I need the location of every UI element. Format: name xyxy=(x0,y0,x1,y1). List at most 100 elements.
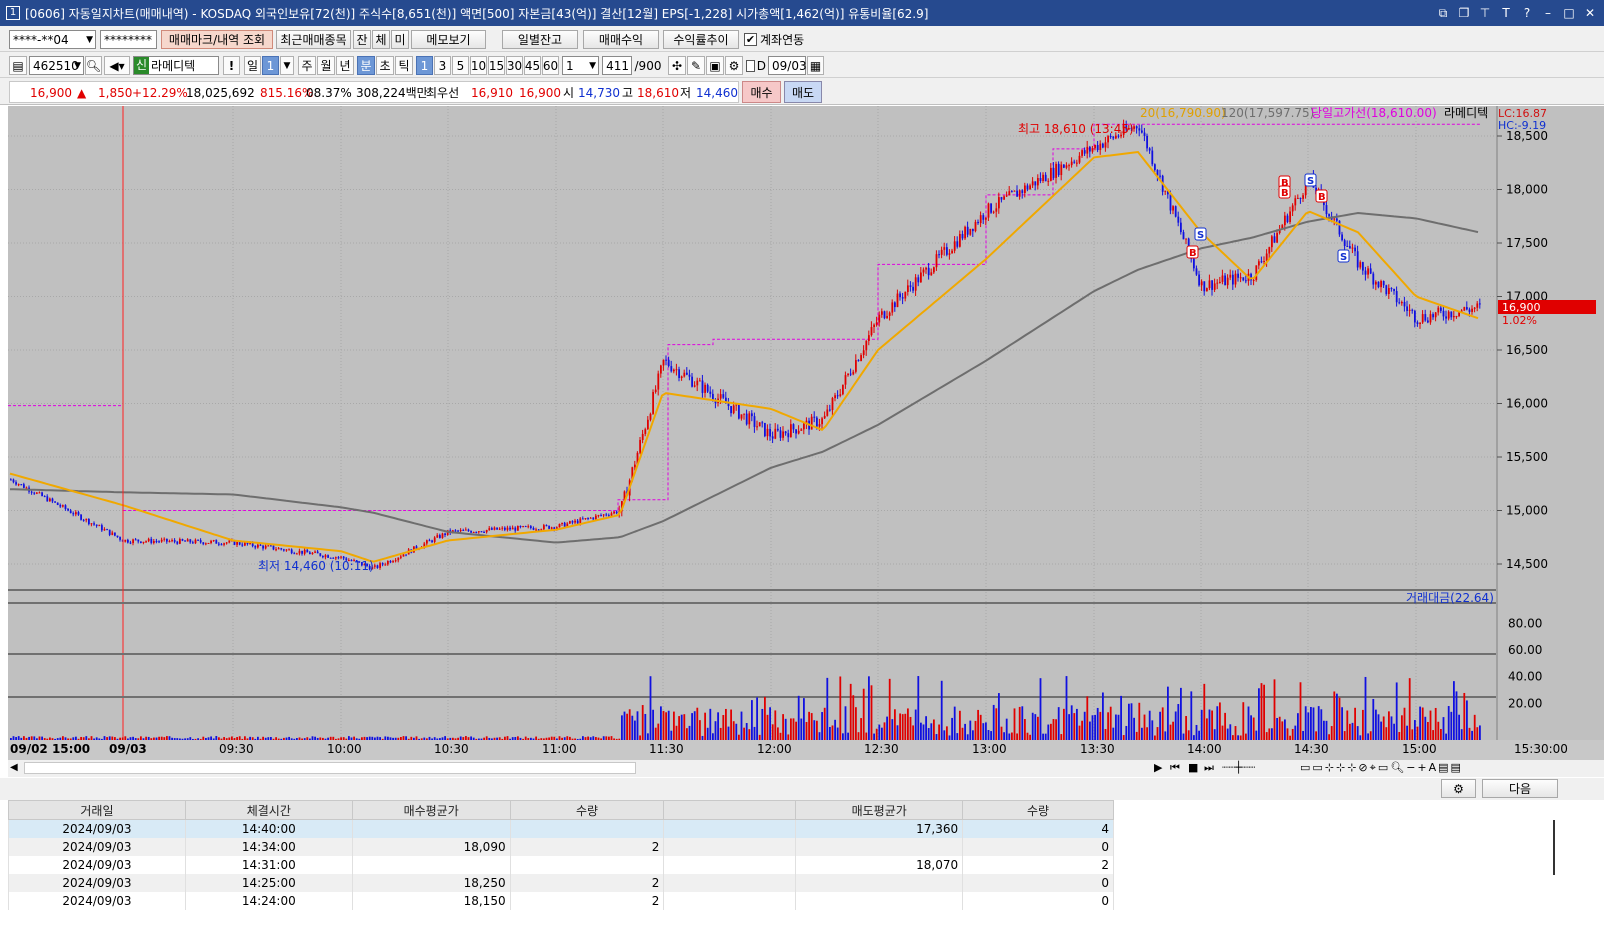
daily-balance-button[interactable]: 일별잔고 xyxy=(502,30,578,49)
interval-3[interactable]: 3 xyxy=(434,56,451,75)
draw-tool-icon[interactable]: ✎ xyxy=(687,56,705,75)
date-toggle[interactable]: D xyxy=(746,56,766,75)
volume-bar xyxy=(413,737,415,740)
save-icon[interactable]: ▣ xyxy=(706,56,724,75)
rewind-icon[interactable]: ⏮ xyxy=(1170,761,1180,775)
stop-icon[interactable]: ■ xyxy=(1188,761,1198,774)
recent-trades-button[interactable]: 최근매매종목 xyxy=(276,30,351,49)
interval-60[interactable]: 60 xyxy=(542,56,559,75)
candle-body xyxy=(758,422,761,427)
buy-button[interactable]: 매수 xyxy=(742,81,781,103)
table-cell xyxy=(663,891,797,910)
scroll-right-icon[interactable]: ▶ xyxy=(1154,761,1162,774)
chart-panel[interactable]: BSBBSBS 18,500 18,000 17,500 17,000 16,500 16… xyxy=(8,106,1604,759)
link-icon[interactable]: ⧉ xyxy=(1435,5,1451,21)
scroll-left-icon[interactable]: ◀ xyxy=(10,762,18,773)
sound-icon[interactable]: ◀▾ xyxy=(104,56,130,75)
minimize-icon[interactable]: – xyxy=(1540,5,1556,21)
candle-body xyxy=(33,492,36,494)
account-number: ****-**04 xyxy=(13,32,69,47)
table-row[interactable]: 2024/09/03 14:31:00 18,070 2 xyxy=(8,855,1114,874)
price-chart[interactable]: BSBBSBS 18,50018,00017,50017,00016,50016… xyxy=(8,106,1604,759)
table-scroll-thumb[interactable] xyxy=(1553,820,1555,875)
candle-body xyxy=(855,360,857,372)
account-select[interactable]: ****-**04 ▼ xyxy=(9,30,96,49)
period-year[interactable]: 년 xyxy=(336,56,354,75)
candle-body xyxy=(922,269,925,273)
multiplier-select[interactable]: 1 ▼ xyxy=(562,56,599,75)
interval-5[interactable]: 5 xyxy=(452,56,469,75)
scroll-thumb[interactable] xyxy=(24,762,636,774)
return-trend-button[interactable]: 수익률추이 xyxy=(663,30,739,49)
table-row[interactable]: 2024/09/03 14:34:00 18,090 2 0 xyxy=(8,837,1114,856)
period-day-count[interactable]: 1 xyxy=(262,56,279,75)
candle-body xyxy=(891,302,894,313)
volume-bar xyxy=(1354,707,1356,740)
period-week[interactable]: 주 xyxy=(298,56,316,75)
volume-bar xyxy=(309,738,311,740)
volume-bar xyxy=(771,724,774,740)
trade-marks-button[interactable]: 매매마크/내역 조회 xyxy=(161,30,273,49)
candle-body xyxy=(1143,132,1146,136)
search-icon[interactable]: 🔍︎ xyxy=(85,56,102,75)
password-field[interactable]: ******** xyxy=(100,30,157,49)
volume-bar xyxy=(374,737,376,740)
crosshair-icon[interactable]: ✣ xyxy=(668,56,686,75)
table-scrollbar[interactable] xyxy=(1549,820,1559,915)
interval-15[interactable]: 15 xyxy=(488,56,505,75)
close-icon[interactable]: ✕ xyxy=(1582,5,1598,21)
volume-bar xyxy=(574,738,576,740)
candle-body xyxy=(72,513,75,515)
balance-button[interactable]: 잔 xyxy=(353,30,371,49)
table-row[interactable]: 2024/09/03 14:24:00 18,150 2 0 xyxy=(8,891,1114,910)
executed-button[interactable]: 체 xyxy=(372,30,390,49)
chart-tools-icon[interactable]: ▭▭⊹⊹⊹⊘⌖▭🔍︎−+A▤▤ xyxy=(1300,761,1463,775)
candle-body xyxy=(1159,175,1161,177)
stock-code-input[interactable]: 462510 ▼ xyxy=(29,56,84,75)
settings-gear-icon[interactable]: ⚙ xyxy=(1441,779,1476,798)
interval-45[interactable]: 45 xyxy=(524,56,541,75)
table-row[interactable]: 2024/09/03 14:40:00 17,360 4 xyxy=(8,819,1114,838)
next-button[interactable]: 다음 xyxy=(1482,779,1558,798)
forward-icon[interactable]: ⏭ xyxy=(1204,761,1214,775)
volume-bar xyxy=(1180,687,1182,740)
help-icon[interactable]: ? xyxy=(1519,5,1535,21)
chart-scrollbar[interactable]: ◀ ▶ ⏮ ■ ⏭ ┈┈┼┈┈ ▭▭⊹⊹⊹⊘⌖▭🔍︎−+A▤▤ xyxy=(8,759,1604,777)
link-account-toggle[interactable]: ✔ 계좌연동 xyxy=(744,30,808,49)
volume-bar xyxy=(38,736,41,740)
zoom-slider-icon[interactable]: ┈┈┼┈┈ xyxy=(1222,761,1255,774)
candle-body xyxy=(738,404,740,419)
pin-icon[interactable]: ⊤ xyxy=(1477,5,1493,21)
trade-profit-button[interactable]: 매매수익 xyxy=(583,30,659,49)
period-tick[interactable]: 틱 xyxy=(395,56,413,75)
volume-bar xyxy=(1167,686,1169,740)
count-input[interactable]: 411 xyxy=(602,56,632,75)
maximize-icon[interactable]: □ xyxy=(1561,5,1577,21)
unfilled-button[interactable]: 미 xyxy=(391,30,409,49)
alert-icon[interactable]: ! xyxy=(223,56,240,75)
volume-bar xyxy=(527,738,530,740)
interval-10[interactable]: 10 xyxy=(470,56,487,75)
layout-icon[interactable]: ▤ xyxy=(9,56,27,75)
date-input[interactable]: 09/03 xyxy=(768,56,807,75)
gear-icon[interactable]: ⚙ xyxy=(725,56,743,75)
sell-button[interactable]: 매도 xyxy=(784,81,822,103)
memo-button[interactable]: 메모보기 xyxy=(411,30,486,49)
chevron-down-icon[interactable]: ▼ xyxy=(280,56,294,75)
period-day[interactable]: 일 xyxy=(244,56,261,75)
candle-body xyxy=(17,484,20,486)
font-icon[interactable]: T xyxy=(1498,5,1514,21)
period-month[interactable]: 월 xyxy=(317,56,335,75)
calendar-icon[interactable]: ▦ xyxy=(807,56,824,75)
period-second[interactable]: 초 xyxy=(376,56,394,75)
interval-1[interactable]: 1 xyxy=(416,56,433,75)
interval-30[interactable]: 30 xyxy=(506,56,523,75)
copy-window-icon[interactable]: ❐ xyxy=(1456,5,1472,21)
table-row[interactable]: 2024/09/03 14:25:00 18,250 2 0 xyxy=(8,873,1114,892)
candle-body xyxy=(441,533,444,538)
checkbox-icon[interactable] xyxy=(746,59,755,72)
stock-name-box[interactable]: 신 라메디텍 xyxy=(133,56,219,75)
period-minute[interactable]: 분 xyxy=(357,56,375,75)
candle-body xyxy=(389,561,392,563)
checkbox-icon[interactable]: ✔ xyxy=(744,33,757,46)
